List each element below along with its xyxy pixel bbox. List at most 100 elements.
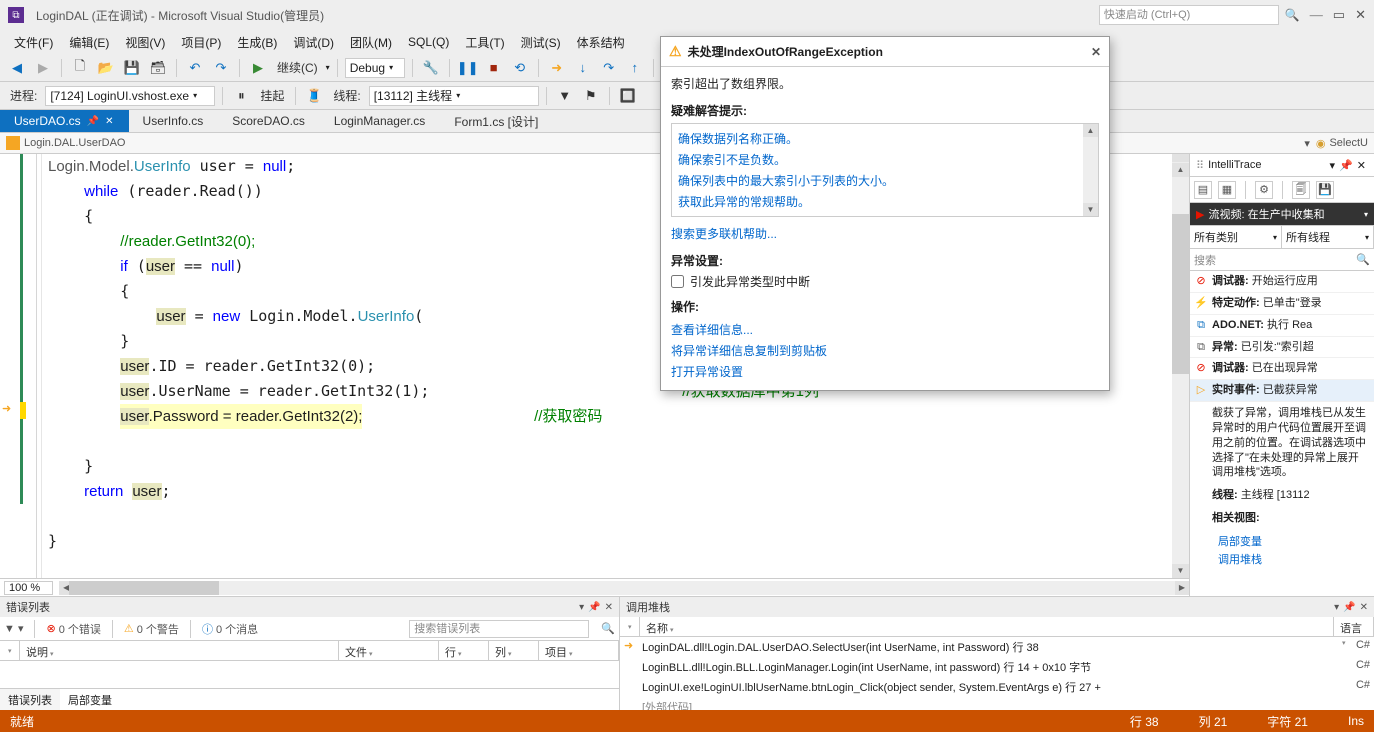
menu-project[interactable]: 项目(P) <box>173 31 229 54</box>
stack-row[interactable]: ➜LoginDAL.dll!Login.DAL.UserDAO.SelectUs… <box>620 637 1374 657</box>
pin-icon[interactable]: 📌 <box>1339 159 1353 172</box>
errorlist-search-input[interactable]: 搜索错误列表 <box>409 620 589 638</box>
pin-icon[interactable]: 📌 <box>588 602 600 613</box>
tab-close-icon[interactable]: ✕ <box>105 116 113 127</box>
it-save-icon[interactable]: 💾 <box>1316 181 1334 199</box>
tips-scrollbar[interactable]: ▲▼ <box>1083 124 1098 216</box>
pin-icon[interactable]: 📌 <box>87 116 99 127</box>
step-out-icon[interactable]: ↑ <box>624 57 646 79</box>
save-all-icon[interactable]: 🗃 <box>147 57 169 79</box>
it-link-locals[interactable]: 局部变量 <box>1218 532 1368 550</box>
it-copy-icon[interactable]: 🗐 <box>1292 181 1310 199</box>
search-icon[interactable]: 🔍 <box>1285 8 1300 22</box>
pause-icon[interactable]: ❚❚ <box>457 57 479 79</box>
close-icon[interactable]: ✕ <box>1357 159 1366 172</box>
action-view-details[interactable]: 查看详细信息... <box>671 319 1099 340</box>
err-filter-dropdown[interactable]: ▼ ▾ <box>4 622 23 635</box>
menu-test[interactable]: 测试(S) <box>513 31 569 54</box>
thread-dropdown[interactable]: [13112] 主线程 <box>369 86 539 106</box>
stop-icon[interactable]: ■ <box>483 57 505 79</box>
tab-scoredao[interactable]: ScoreDAO.cs <box>218 110 320 132</box>
minimize-button[interactable]: — <box>1310 7 1323 23</box>
stack-row[interactable]: [外部代码] <box>620 697 1374 710</box>
undo-icon[interactable]: ↶ <box>184 57 206 79</box>
step-over-icon[interactable]: ↷ <box>598 57 620 79</box>
tip-link[interactable]: 确保索引不是负数。 <box>678 149 1092 170</box>
tip-link[interactable]: 获取此异常的常规帮助。 <box>678 191 1092 212</box>
col-col[interactable]: 列 <box>489 641 539 660</box>
tool-icon-1[interactable]: 🔧 <box>420 57 442 79</box>
tab-locals[interactable]: 局部变量 <box>60 689 120 710</box>
tab-loginmanager[interactable]: LoginManager.cs <box>320 110 440 132</box>
menu-view[interactable]: 视图(V) <box>117 31 173 54</box>
tip-link[interactable]: 确保数据列名称正确。 <box>678 128 1092 149</box>
restart-icon[interactable]: ⟲ <box>509 57 531 79</box>
thread-icon[interactable]: 🧵 <box>303 85 325 107</box>
forward-icon[interactable]: ▶ <box>32 57 54 79</box>
it-link-callstack[interactable]: 调用堆栈 <box>1218 550 1368 568</box>
breadcrumb-method[interactable]: SelectU <box>1329 137 1368 149</box>
dropdown-icon[interactable]: ▾ <box>1334 602 1339 613</box>
quick-launch-input[interactable]: 快速启动 (Ctrl+Q) <box>1099 5 1279 25</box>
process-dropdown[interactable]: [7124] LoginUI.vshost.exe <box>45 86 215 106</box>
it-event-current[interactable]: ▷实时事件: 已截获异常 <box>1190 380 1374 402</box>
stackframe-icon[interactable]: 🔲 <box>617 85 639 107</box>
menu-sql[interactable]: SQL(Q) <box>400 32 457 52</box>
search-online-link[interactable]: 搜索更多联机帮助... <box>671 223 1099 244</box>
it-event[interactable]: ⊘调试器: 已在出现异常 <box>1190 358 1374 380</box>
stack-row[interactable]: LoginBLL.dll!Login.BLL.LoginManager.Logi… <box>620 657 1374 677</box>
break-on-throw-checkbox[interactable]: 引发此异常类型时中断 <box>671 273 1099 290</box>
tab-userinfo[interactable]: UserInfo.cs <box>129 110 219 132</box>
col-file[interactable]: 文件 <box>339 641 439 660</box>
search-icon[interactable]: 🔍 <box>601 622 615 635</box>
col-lang[interactable]: 语言 <box>1334 617 1374 636</box>
it-event[interactable]: ⚡特定动作: 已单击"登录 <box>1190 293 1374 315</box>
close-icon[interactable]: ✕ <box>1091 45 1101 59</box>
back-icon[interactable]: ◀ <box>6 57 28 79</box>
zoom-dropdown[interactable]: 100 % <box>4 581 53 595</box>
continue-label[interactable]: 继续(C) <box>273 59 322 76</box>
it-event[interactable]: ⊘调试器: 开始运行应用 <box>1190 271 1374 293</box>
filter-errors[interactable]: ⊗0 个错误 <box>46 621 100 637</box>
it-view1-icon[interactable]: ▤ <box>1194 181 1212 199</box>
col-line[interactable]: 行 <box>439 641 489 660</box>
menu-edit[interactable]: 编辑(E) <box>61 31 117 54</box>
suspend-label[interactable]: 挂起 <box>256 87 288 104</box>
it-filter-category[interactable]: 所有类别 <box>1190 226 1282 248</box>
tab-form1[interactable]: Form1.cs [设计] <box>440 110 553 132</box>
filter-icon[interactable]: ▼ <box>554 85 576 107</box>
col-name[interactable]: 名称 <box>640 617 1334 636</box>
new-project-icon[interactable]: 🗋 <box>69 57 91 79</box>
step-into-icon[interactable]: ↓ <box>572 57 594 79</box>
menu-tools[interactable]: 工具(T) <box>457 31 512 54</box>
config-dropdown[interactable]: Debug <box>345 58 405 78</box>
it-event[interactable]: ⧉ADO.NET: 执行 Rea <box>1190 315 1374 337</box>
menu-arch[interactable]: 体系结构 <box>569 31 633 54</box>
it-filter-thread[interactable]: 所有线程 <box>1282 226 1374 248</box>
menu-file[interactable]: 文件(F) <box>6 31 61 54</box>
open-icon[interactable]: 📂 <box>95 57 117 79</box>
close-button[interactable]: ✕ <box>1355 7 1366 23</box>
editor-vscrollbar[interactable]: ▲ ▼ <box>1172 154 1189 578</box>
suspend-icon[interactable]: ⏸ <box>230 85 252 107</box>
filter-warnings[interactable]: ⚠0 个警告 <box>124 621 179 637</box>
stack-row[interactable]: LoginUI.exe!LoginUI.lblUserName.btnLogin… <box>620 677 1374 697</box>
pin-icon[interactable]: 📌 <box>1343 602 1355 613</box>
dropdown-icon[interactable]: ▾ <box>1330 159 1336 172</box>
redo-icon[interactable]: ↷ <box>210 57 232 79</box>
col-desc[interactable]: 说明 <box>20 641 339 660</box>
action-copy-details[interactable]: 将异常详细信息复制到剪贴板 <box>671 340 1099 361</box>
editor-hscrollbar[interactable]: ◀ ▶ <box>59 581 1189 595</box>
it-search-input[interactable]: 搜索 <box>1190 249 1374 271</box>
flag-icon[interactable]: ⚑ <box>580 85 602 107</box>
menu-build[interactable]: 生成(B) <box>229 31 285 54</box>
col-proj[interactable]: 项目 <box>539 641 619 660</box>
editor-margin[interactable]: ➜ <box>0 154 42 578</box>
action-open-settings[interactable]: 打开异常设置 <box>671 361 1099 382</box>
dropdown-icon[interactable]: ▾ <box>579 602 584 613</box>
show-next-icon[interactable]: ➜ <box>546 57 568 79</box>
tip-link[interactable]: 确保列表中的最大索引小于列表的大小。 <box>678 170 1092 191</box>
it-gear-icon[interactable]: ⚙ <box>1255 181 1273 199</box>
close-icon[interactable]: ✕ <box>605 602 613 613</box>
filter-messages[interactable]: ⓘ0 个消息 <box>202 621 258 637</box>
